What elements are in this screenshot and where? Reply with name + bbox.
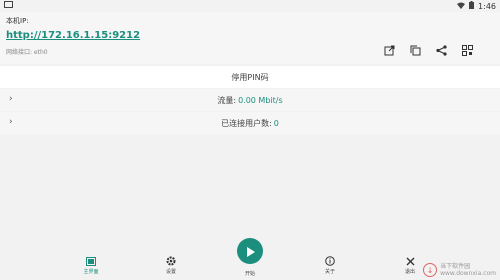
tab-settings-label: 设置 <box>165 269 176 275</box>
connected-users-row: › 已连接用户数: 0 <box>0 112 500 134</box>
cast-icon <box>4 1 13 10</box>
play-icon <box>246 242 255 261</box>
watermark-logo-icon: ↓ <box>423 263 438 277</box>
qr-code-icon[interactable] <box>460 43 474 57</box>
disable-pin-button[interactable]: 停用PIN码 <box>0 66 500 88</box>
chevron-right-icon[interactable]: › <box>9 117 13 127</box>
connected-users-value: 0 <box>273 118 279 128</box>
server-info-panel: 本机IP: http://172.16.1.15:9212 网络接口: eth0 <box>0 12 500 64</box>
start-button[interactable] <box>237 238 263 264</box>
wifi-icon <box>457 2 466 11</box>
tab-home[interactable]: 主界面 <box>71 254 111 278</box>
battery-icon <box>469 1 475 11</box>
network-interface: 网络接口: eth0 <box>6 49 48 56</box>
tab-home-label: 主界面 <box>83 269 99 275</box>
connected-users-label: 已连接用户数: <box>221 118 272 128</box>
tab-about-label: 关于 <box>324 269 335 275</box>
info-icon <box>325 251 335 270</box>
share-icon[interactable] <box>434 43 448 57</box>
status-bar: 1:46 <box>0 0 500 12</box>
open-external-icon[interactable] <box>382 43 396 57</box>
disable-pin-label: 停用PIN码 <box>231 72 269 82</box>
ip-label: 本机IP: <box>6 17 29 25</box>
cast-screen-icon <box>86 251 96 270</box>
server-url-link[interactable]: http://172.16.1.15:9212 <box>6 30 140 41</box>
traffic-value: 0.00 Mbit/s <box>238 95 283 105</box>
copy-icon[interactable] <box>408 43 422 57</box>
watermark: ↓ 当下软件园 www.downxia.com <box>423 263 496 277</box>
tab-settings[interactable]: 设置 <box>151 254 191 278</box>
close-icon <box>406 251 415 270</box>
watermark-line1: 当下软件园 <box>440 263 471 270</box>
watermark-line2: www.downxia.com <box>440 270 496 277</box>
clock: 1:46 <box>478 1 496 11</box>
url-actions <box>382 43 474 57</box>
chevron-right-icon[interactable]: › <box>9 94 13 104</box>
start-label: 开始 <box>244 271 255 277</box>
traffic-label: 流量: <box>217 95 237 105</box>
gear-icon <box>166 251 176 270</box>
traffic-row: › 流量: 0.00 Mbit/s <box>0 89 500 111</box>
tab-about[interactable]: 关于 <box>310 254 350 278</box>
